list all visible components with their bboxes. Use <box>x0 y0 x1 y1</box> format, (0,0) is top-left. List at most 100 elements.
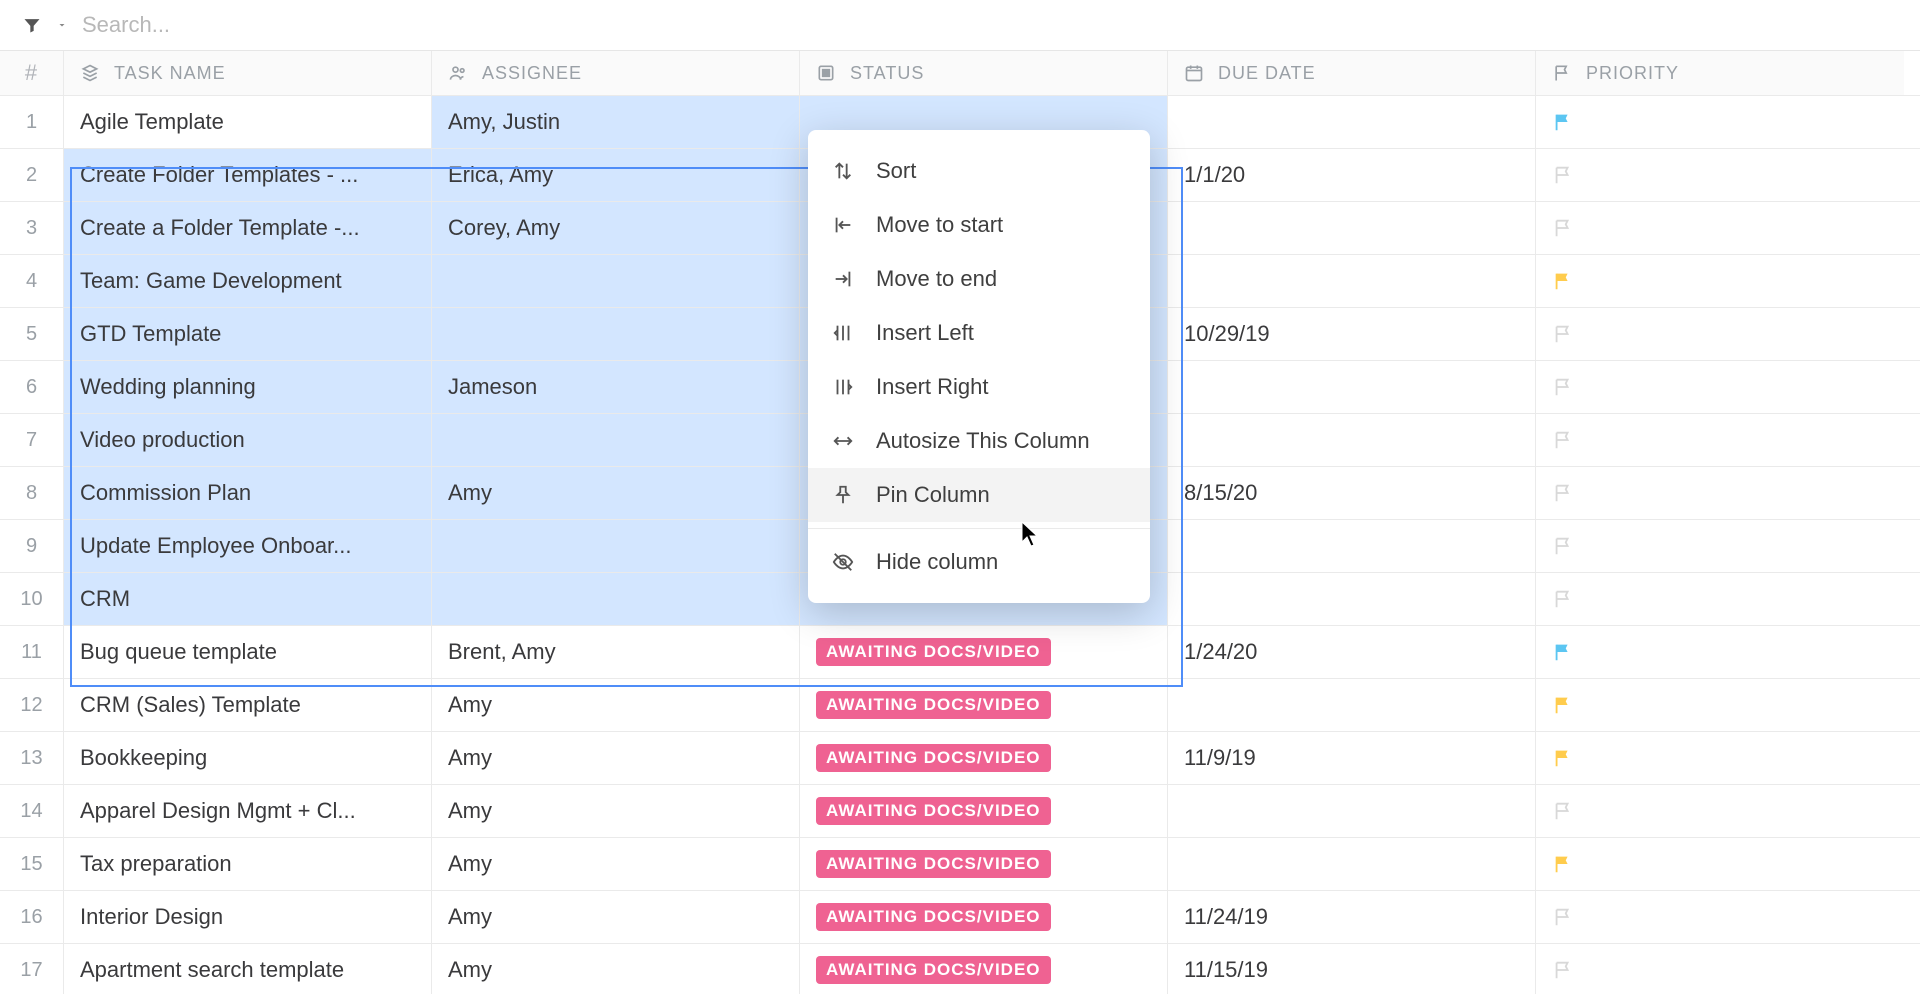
cell-assignee[interactable]: Amy <box>432 785 800 837</box>
cell-due-date[interactable]: 11/24/19 <box>1168 891 1536 943</box>
priority-flag-icon[interactable] <box>1552 111 1574 133</box>
cell-status[interactable]: AWAITING DOCS/VIDEO <box>800 944 1168 994</box>
cell-task-name[interactable]: Bug queue template <box>64 626 432 678</box>
cell-task-name[interactable]: Update Employee Onboar... <box>64 520 432 572</box>
cell-task-name[interactable]: Agile Template <box>64 96 432 148</box>
column-header-task-name[interactable]: TASK NAME <box>64 51 432 95</box>
cell-assignee[interactable]: Amy <box>432 732 800 784</box>
cell-priority[interactable] <box>1536 891 1904 943</box>
cell-status[interactable]: AWAITING DOCS/VIDEO <box>800 838 1168 890</box>
cell-status[interactable]: AWAITING DOCS/VIDEO <box>800 626 1168 678</box>
cell-due-date[interactable] <box>1168 255 1536 307</box>
cell-task-name[interactable]: GTD Template <box>64 308 432 360</box>
status-badge[interactable]: AWAITING DOCS/VIDEO <box>816 691 1051 719</box>
cell-assignee[interactable]: Erica, Amy <box>432 149 800 201</box>
cell-task-name[interactable]: CRM (Sales) Template <box>64 679 432 731</box>
cell-priority[interactable] <box>1536 149 1904 201</box>
cell-assignee[interactable]: Amy <box>432 679 800 731</box>
menu-item-insert-right[interactable]: Insert Right <box>808 360 1150 414</box>
cell-task-name[interactable]: Apartment search template <box>64 944 432 994</box>
table-row[interactable]: 12 CRM (Sales) Template Amy AWAITING DOC… <box>0 679 1920 732</box>
cell-task-name[interactable]: Apparel Design Mgmt + Cl... <box>64 785 432 837</box>
cell-priority[interactable] <box>1536 732 1904 784</box>
cell-status[interactable]: AWAITING DOCS/VIDEO <box>800 732 1168 784</box>
cell-assignee[interactable]: Jameson <box>432 361 800 413</box>
table-row[interactable]: 13 Bookkeeping Amy AWAITING DOCS/VIDEO 1… <box>0 732 1920 785</box>
cell-assignee[interactable]: Brent, Amy <box>432 626 800 678</box>
priority-flag-icon[interactable] <box>1552 588 1574 610</box>
priority-flag-icon[interactable] <box>1552 959 1574 981</box>
status-badge[interactable]: AWAITING DOCS/VIDEO <box>816 956 1051 984</box>
cell-priority[interactable] <box>1536 944 1904 994</box>
priority-flag-icon[interactable] <box>1552 164 1574 186</box>
menu-item-move-start[interactable]: Move to start <box>808 198 1150 252</box>
priority-flag-icon[interactable] <box>1552 376 1574 398</box>
priority-flag-icon[interactable] <box>1552 270 1574 292</box>
priority-flag-icon[interactable] <box>1552 800 1574 822</box>
cell-task-name[interactable]: Team: Game Development <box>64 255 432 307</box>
cell-assignee[interactable] <box>432 308 800 360</box>
priority-flag-icon[interactable] <box>1552 482 1574 504</box>
cell-priority[interactable] <box>1536 467 1904 519</box>
cell-due-date[interactable] <box>1168 679 1536 731</box>
cell-task-name[interactable]: Commission Plan <box>64 467 432 519</box>
priority-flag-icon[interactable] <box>1552 747 1574 769</box>
cell-task-name[interactable]: Video production <box>64 414 432 466</box>
cell-priority[interactable] <box>1536 361 1904 413</box>
cell-task-name[interactable]: Bookkeeping <box>64 732 432 784</box>
cell-due-date[interactable]: 10/29/19 <box>1168 308 1536 360</box>
status-badge[interactable]: AWAITING DOCS/VIDEO <box>816 638 1051 666</box>
table-row[interactable]: 15 Tax preparation Amy AWAITING DOCS/VID… <box>0 838 1920 891</box>
cell-assignee[interactable]: Amy <box>432 891 800 943</box>
priority-flag-icon[interactable] <box>1552 323 1574 345</box>
cell-priority[interactable] <box>1536 308 1904 360</box>
cell-assignee[interactable]: Amy <box>432 838 800 890</box>
menu-item-move-end[interactable]: Move to end <box>808 252 1150 306</box>
cell-due-date[interactable]: 11/15/19 <box>1168 944 1536 994</box>
table-row[interactable]: 11 Bug queue template Brent, Amy AWAITIN… <box>0 626 1920 679</box>
cell-assignee[interactable]: Amy <box>432 467 800 519</box>
cell-task-name[interactable]: Interior Design <box>64 891 432 943</box>
priority-flag-icon[interactable] <box>1552 906 1574 928</box>
cell-status[interactable]: AWAITING DOCS/VIDEO <box>800 679 1168 731</box>
cell-assignee[interactable] <box>432 520 800 572</box>
cell-due-date[interactable] <box>1168 96 1536 148</box>
menu-item-insert-left[interactable]: Insert Left <box>808 306 1150 360</box>
filter-dropdown-icon[interactable] <box>56 19 68 31</box>
search-input[interactable] <box>82 12 682 38</box>
cell-priority[interactable] <box>1536 785 1904 837</box>
cell-status[interactable]: AWAITING DOCS/VIDEO <box>800 891 1168 943</box>
cell-due-date[interactable] <box>1168 361 1536 413</box>
cell-priority[interactable] <box>1536 96 1904 148</box>
priority-flag-icon[interactable] <box>1552 694 1574 716</box>
status-badge[interactable]: AWAITING DOCS/VIDEO <box>816 850 1051 878</box>
status-badge[interactable]: AWAITING DOCS/VIDEO <box>816 744 1051 772</box>
priority-flag-icon[interactable] <box>1552 429 1574 451</box>
priority-flag-icon[interactable] <box>1552 535 1574 557</box>
menu-item-hide[interactable]: Hide column <box>808 535 1150 589</box>
cell-due-date[interactable]: 11/9/19 <box>1168 732 1536 784</box>
column-header-priority[interactable]: PRIORITY <box>1536 51 1904 95</box>
cell-priority[interactable] <box>1536 202 1904 254</box>
cell-task-name[interactable]: Create a Folder Template -... <box>64 202 432 254</box>
cell-due-date[interactable] <box>1168 414 1536 466</box>
cell-due-date[interactable] <box>1168 202 1536 254</box>
cell-assignee[interactable] <box>432 573 800 625</box>
priority-flag-icon[interactable] <box>1552 217 1574 239</box>
priority-flag-icon[interactable] <box>1552 853 1574 875</box>
cell-task-name[interactable]: CRM <box>64 573 432 625</box>
cell-status[interactable]: AWAITING DOCS/VIDEO <box>800 785 1168 837</box>
cell-due-date[interactable] <box>1168 785 1536 837</box>
menu-item-autosize[interactable]: Autosize This Column <box>808 414 1150 468</box>
cell-priority[interactable] <box>1536 626 1904 678</box>
priority-flag-icon[interactable] <box>1552 641 1574 663</box>
cell-due-date[interactable] <box>1168 573 1536 625</box>
cell-due-date[interactable]: 1/1/20 <box>1168 149 1536 201</box>
menu-item-pin[interactable]: Pin Column <box>808 468 1150 522</box>
filter-icon[interactable] <box>22 15 42 35</box>
cell-priority[interactable] <box>1536 414 1904 466</box>
cell-assignee[interactable]: Amy <box>432 944 800 994</box>
cell-task-name[interactable]: Tax preparation <box>64 838 432 890</box>
column-header-assignee[interactable]: ASSIGNEE <box>432 51 800 95</box>
menu-item-sort[interactable]: Sort <box>808 144 1150 198</box>
